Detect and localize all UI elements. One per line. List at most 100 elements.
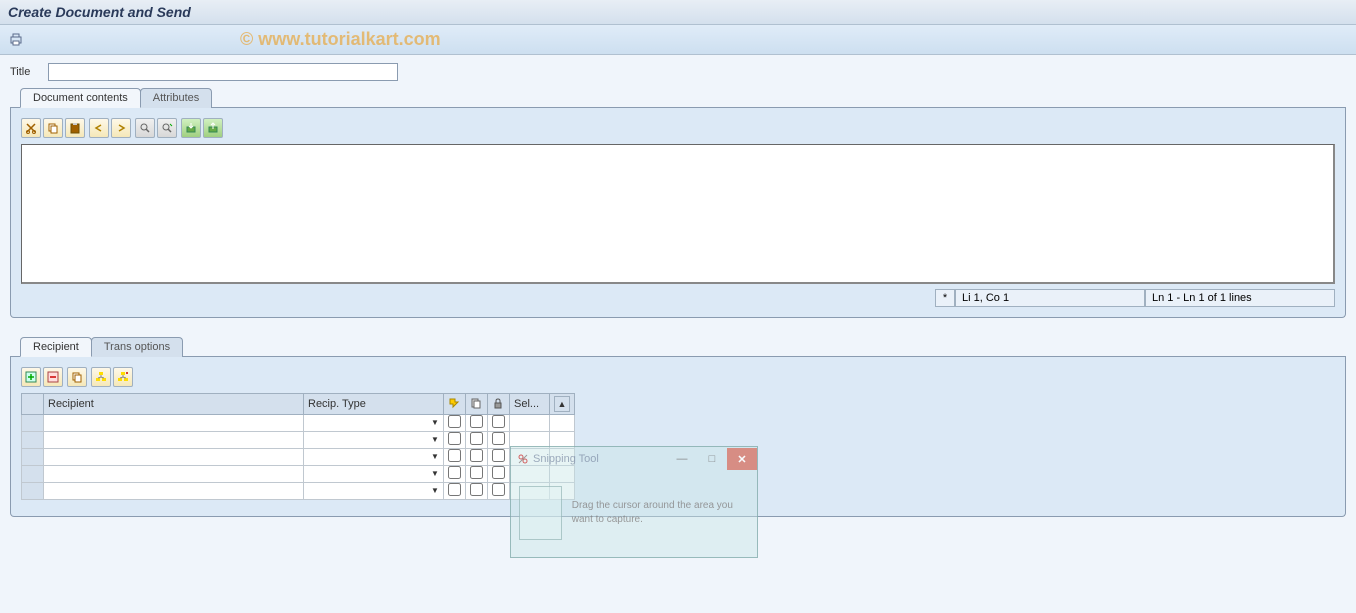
recip-type-cell[interactable]: ▼ bbox=[304, 415, 444, 432]
copy-recipient-button[interactable] bbox=[67, 367, 87, 387]
row-selector[interactable] bbox=[22, 483, 44, 500]
recipient-cell[interactable] bbox=[44, 415, 304, 432]
recipient-input[interactable] bbox=[44, 432, 303, 448]
dropdown-icon[interactable]: ▼ bbox=[429, 450, 441, 462]
recipient-input[interactable] bbox=[44, 449, 303, 465]
tab-trans-options[interactable]: Trans options bbox=[91, 337, 183, 357]
distribution-list-button[interactable] bbox=[91, 367, 111, 387]
blind-copy-cell[interactable] bbox=[488, 466, 510, 483]
select-header[interactable]: Sel... bbox=[510, 394, 550, 415]
express-header[interactable] bbox=[444, 394, 466, 415]
tab-document-contents[interactable]: Document contents bbox=[20, 88, 141, 108]
row-selector[interactable] bbox=[22, 432, 44, 449]
recip-type-input[interactable] bbox=[304, 432, 443, 448]
redo-button[interactable] bbox=[111, 118, 131, 138]
recip-type-input[interactable] bbox=[304, 466, 443, 482]
blind-copy-cell[interactable] bbox=[488, 432, 510, 449]
minimize-button[interactable]: — bbox=[667, 448, 697, 470]
recipient-cell[interactable] bbox=[44, 483, 304, 500]
express-checkbox[interactable] bbox=[448, 415, 461, 428]
find-button[interactable] bbox=[135, 118, 155, 138]
blind-copy-checkbox[interactable] bbox=[492, 432, 505, 445]
express-checkbox[interactable] bbox=[448, 483, 461, 496]
blind-copy-cell[interactable] bbox=[488, 415, 510, 432]
express-cell[interactable] bbox=[444, 449, 466, 466]
recipient-input[interactable] bbox=[44, 415, 303, 431]
copy-cell[interactable] bbox=[466, 432, 488, 449]
recipient-header[interactable]: Recipient bbox=[44, 394, 304, 415]
snipping-tool-window[interactable]: Snipping Tool — □ ✕ Drag the cursor arou… bbox=[510, 446, 758, 558]
recip-type-cell[interactable]: ▼ bbox=[304, 449, 444, 466]
copy-header[interactable] bbox=[466, 394, 488, 415]
close-button[interactable]: ✕ bbox=[727, 448, 757, 470]
recipient-cell[interactable] bbox=[44, 432, 304, 449]
print-icon[interactable] bbox=[8, 32, 24, 48]
maximize-button[interactable]: □ bbox=[697, 448, 727, 470]
recip-type-cell[interactable]: ▼ bbox=[304, 483, 444, 500]
copy-cell[interactable] bbox=[466, 483, 488, 500]
express-cell[interactable] bbox=[444, 466, 466, 483]
dropdown-icon[interactable]: ▼ bbox=[429, 467, 441, 479]
tab-label: Recipient bbox=[33, 341, 79, 353]
copy-checkbox[interactable] bbox=[470, 466, 483, 479]
row-selector[interactable] bbox=[22, 415, 44, 432]
recipient-cell[interactable] bbox=[44, 449, 304, 466]
select-cell[interactable] bbox=[510, 415, 550, 432]
insert-row-button[interactable] bbox=[21, 367, 41, 387]
express-cell[interactable] bbox=[444, 415, 466, 432]
dropdown-icon[interactable]: ▼ bbox=[429, 433, 441, 445]
snip-preview bbox=[519, 486, 562, 540]
blind-copy-checkbox[interactable] bbox=[492, 415, 505, 428]
recip-type-cell[interactable]: ▼ bbox=[304, 432, 444, 449]
row-selector-header[interactable] bbox=[22, 394, 44, 415]
copy-checkbox[interactable] bbox=[470, 432, 483, 445]
recipient-input[interactable] bbox=[44, 483, 303, 499]
recipient-cell[interactable] bbox=[44, 466, 304, 483]
express-checkbox[interactable] bbox=[448, 466, 461, 479]
load-button[interactable] bbox=[181, 118, 201, 138]
copy-checkbox[interactable] bbox=[470, 415, 483, 428]
editor-toolbar bbox=[21, 118, 1335, 138]
recip-type-header[interactable]: Recip. Type bbox=[304, 394, 444, 415]
recip-type-input[interactable] bbox=[304, 449, 443, 465]
dropdown-icon[interactable]: ▼ bbox=[429, 484, 441, 496]
copy-checkbox[interactable] bbox=[470, 449, 483, 462]
blind-copy-checkbox[interactable] bbox=[492, 449, 505, 462]
save-button[interactable] bbox=[203, 118, 223, 138]
copy-checkbox[interactable] bbox=[470, 483, 483, 496]
row-selector[interactable] bbox=[22, 466, 44, 483]
row-selector[interactable] bbox=[22, 449, 44, 466]
scroll-track[interactable] bbox=[550, 415, 575, 432]
recipient-input[interactable] bbox=[44, 466, 303, 482]
copy-icon bbox=[470, 397, 482, 409]
blind-copy-checkbox[interactable] bbox=[492, 483, 505, 496]
blind-copy-checkbox[interactable] bbox=[492, 466, 505, 479]
blind-copy-cell[interactable] bbox=[488, 449, 510, 466]
title-input[interactable] bbox=[48, 63, 398, 81]
express-checkbox[interactable] bbox=[448, 432, 461, 445]
recip-type-input[interactable] bbox=[304, 415, 443, 431]
recip-type-input[interactable] bbox=[304, 483, 443, 499]
scroll-up-button[interactable]: ▲ bbox=[554, 396, 570, 412]
express-cell[interactable] bbox=[444, 432, 466, 449]
find-next-button[interactable] bbox=[157, 118, 177, 138]
tab-recipient[interactable]: Recipient bbox=[20, 337, 92, 357]
tab-label: Attributes bbox=[153, 92, 199, 104]
recip-type-cell[interactable]: ▼ bbox=[304, 466, 444, 483]
blind-copy-header[interactable] bbox=[488, 394, 510, 415]
fax-entry-button[interactable] bbox=[113, 367, 133, 387]
copy-cell[interactable] bbox=[466, 415, 488, 432]
blind-copy-cell[interactable] bbox=[488, 483, 510, 500]
express-cell[interactable] bbox=[444, 483, 466, 500]
document-editor[interactable] bbox=[21, 144, 1335, 284]
copy-cell[interactable] bbox=[466, 466, 488, 483]
express-checkbox[interactable] bbox=[448, 449, 461, 462]
paste-button[interactable] bbox=[65, 118, 85, 138]
tab-attributes[interactable]: Attributes bbox=[140, 88, 212, 108]
cut-button[interactable] bbox=[21, 118, 41, 138]
delete-row-button[interactable] bbox=[43, 367, 63, 387]
undo-button[interactable] bbox=[89, 118, 109, 138]
copy-cell[interactable] bbox=[466, 449, 488, 466]
copy-button[interactable] bbox=[43, 118, 63, 138]
dropdown-icon[interactable]: ▼ bbox=[429, 416, 441, 428]
